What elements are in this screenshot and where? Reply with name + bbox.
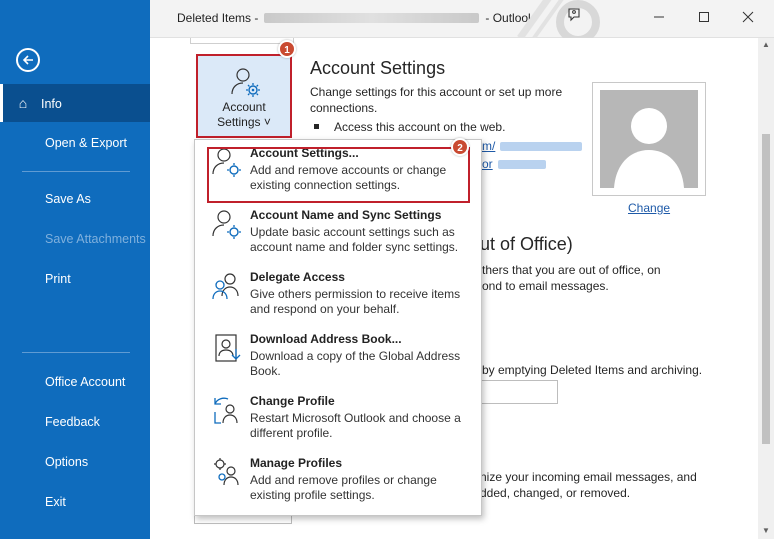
nav-info[interactable]: ⌂ Info (0, 84, 150, 122)
menu-item-desc: Give others permission to receive items … (250, 287, 461, 316)
person-gear-icon (231, 68, 260, 97)
nav-open-export[interactable]: Open & Export (0, 124, 150, 162)
menu-item-change-profile[interactable]: Change Profile Restart Microsoft Outlook… (195, 388, 481, 450)
menu-item-desc: Update basic account settings such as ac… (250, 225, 459, 254)
section-description: Change settings for this account or set … (310, 85, 563, 115)
nav-save-as[interactable]: Save As (0, 180, 150, 218)
menu-item-desc: Download a copy of the Global Address Bo… (250, 349, 461, 378)
menu-item-download-address-book[interactable]: Download Address Book... Download a copy… (195, 326, 481, 388)
title-decoration (500, 0, 610, 38)
profile-photo (592, 82, 706, 196)
previous-button-edge (190, 38, 294, 44)
nav-info-label: Info (41, 97, 62, 111)
coming-soon-icon[interactable] (562, 6, 586, 30)
ooo-heading: ut of Office) (480, 234, 573, 254)
account-settings-label: Account Settings ˅ (198, 100, 290, 130)
web-access-text: Access this account on the web. (334, 120, 506, 134)
back-button[interactable] (16, 48, 40, 72)
account-settings-menu: Account Settings... Add and remove accou… (194, 138, 482, 516)
rules-text-1: nize your incoming email messages, and (480, 470, 697, 484)
step-badge-2: 2 (451, 138, 469, 156)
step-badge-1: 1 (278, 40, 296, 58)
menu-item-desc: Restart Microsoft Outlook and choose a d… (250, 411, 461, 440)
account-settings-label-line1: Account (222, 100, 266, 114)
scroll-up-icon[interactable]: ▲ (762, 40, 770, 49)
avatar (600, 90, 698, 188)
web-link-fragment[interactable]: m/ (482, 138, 495, 154)
rules-text-2: dded, changed, or removed. (480, 486, 631, 500)
ooo-text-1: thers that you are out of office, on (482, 263, 661, 277)
menu-item-title: Change Profile (250, 394, 335, 408)
address-book-icon (215, 334, 241, 362)
menu-item-manage-profiles[interactable]: Manage Profiles Add and remove profiles … (195, 450, 481, 512)
nav-print[interactable]: Print (0, 260, 150, 298)
highlight-box (207, 147, 470, 203)
scroll-down-icon[interactable]: ▼ (762, 526, 770, 535)
nav-office-account[interactable]: Office Account (0, 363, 150, 401)
manage-profiles-icon (214, 458, 239, 486)
menu-item-title: Manage Profiles (250, 456, 343, 470)
menu-item-title: Delegate Access (250, 270, 345, 284)
ooo-text-2: ond to email messages. (482, 279, 609, 293)
nav-feedback[interactable]: Feedback (0, 403, 150, 441)
menu-item-title: Account Name and Sync Settings (250, 208, 442, 222)
mobile-link-fragment[interactable]: or (482, 156, 493, 172)
menu-item-title: Download Address Book... (250, 332, 402, 346)
redacted-url (498, 160, 546, 169)
delegate-people-icon (212, 273, 239, 300)
redacted-email (264, 13, 480, 23)
change-photo-link[interactable]: Change (628, 201, 670, 215)
redacted-url (500, 142, 582, 151)
account-settings-button[interactable]: Account Settings ˅ (196, 54, 292, 138)
nav-options[interactable]: Options (0, 443, 150, 481)
window-title: Deleted Items -- Outlook (177, 11, 534, 25)
menu-item-desc: Add and remove profiles or change existi… (250, 473, 437, 502)
nav-separator (22, 171, 130, 172)
nav-separator (22, 352, 130, 353)
section-heading: Account Settings (310, 58, 446, 78)
menu-item-delegate-access[interactable]: Delegate Access Give others permission t… (195, 264, 481, 326)
nav-exit[interactable]: Exit (0, 483, 150, 521)
person-gear-icon (212, 210, 241, 239)
minimize-button[interactable] (647, 6, 671, 30)
cleanup-text: by emptying Deleted Items and archiving. (482, 363, 703, 377)
change-profile-icon (214, 397, 238, 424)
backstage-sidebar: ⌂ Info Open & Export Save As Save Attachm… (0, 0, 150, 539)
maximize-button[interactable] (692, 6, 716, 30)
bullet-dot (314, 124, 319, 129)
close-button[interactable] (736, 6, 760, 30)
vertical-scrollbar[interactable]: ▲ ▼ (758, 38, 774, 539)
account-settings-label-line2: Settings ˅ (217, 115, 271, 129)
home-icon: ⌂ (18, 95, 28, 111)
mailbox-size-bar (480, 380, 558, 404)
title-bar: Deleted Items -- Outlook (150, 0, 774, 38)
active-indicator (0, 84, 3, 122)
back-arrow-icon (22, 55, 33, 65)
window-title-folder: Deleted Items - (177, 11, 259, 25)
nav-save-attachments: Save Attachments (45, 232, 146, 246)
menu-item-account-name-sync[interactable]: Account Name and Sync Settings Update ba… (195, 202, 481, 264)
scroll-thumb[interactable] (762, 134, 770, 444)
